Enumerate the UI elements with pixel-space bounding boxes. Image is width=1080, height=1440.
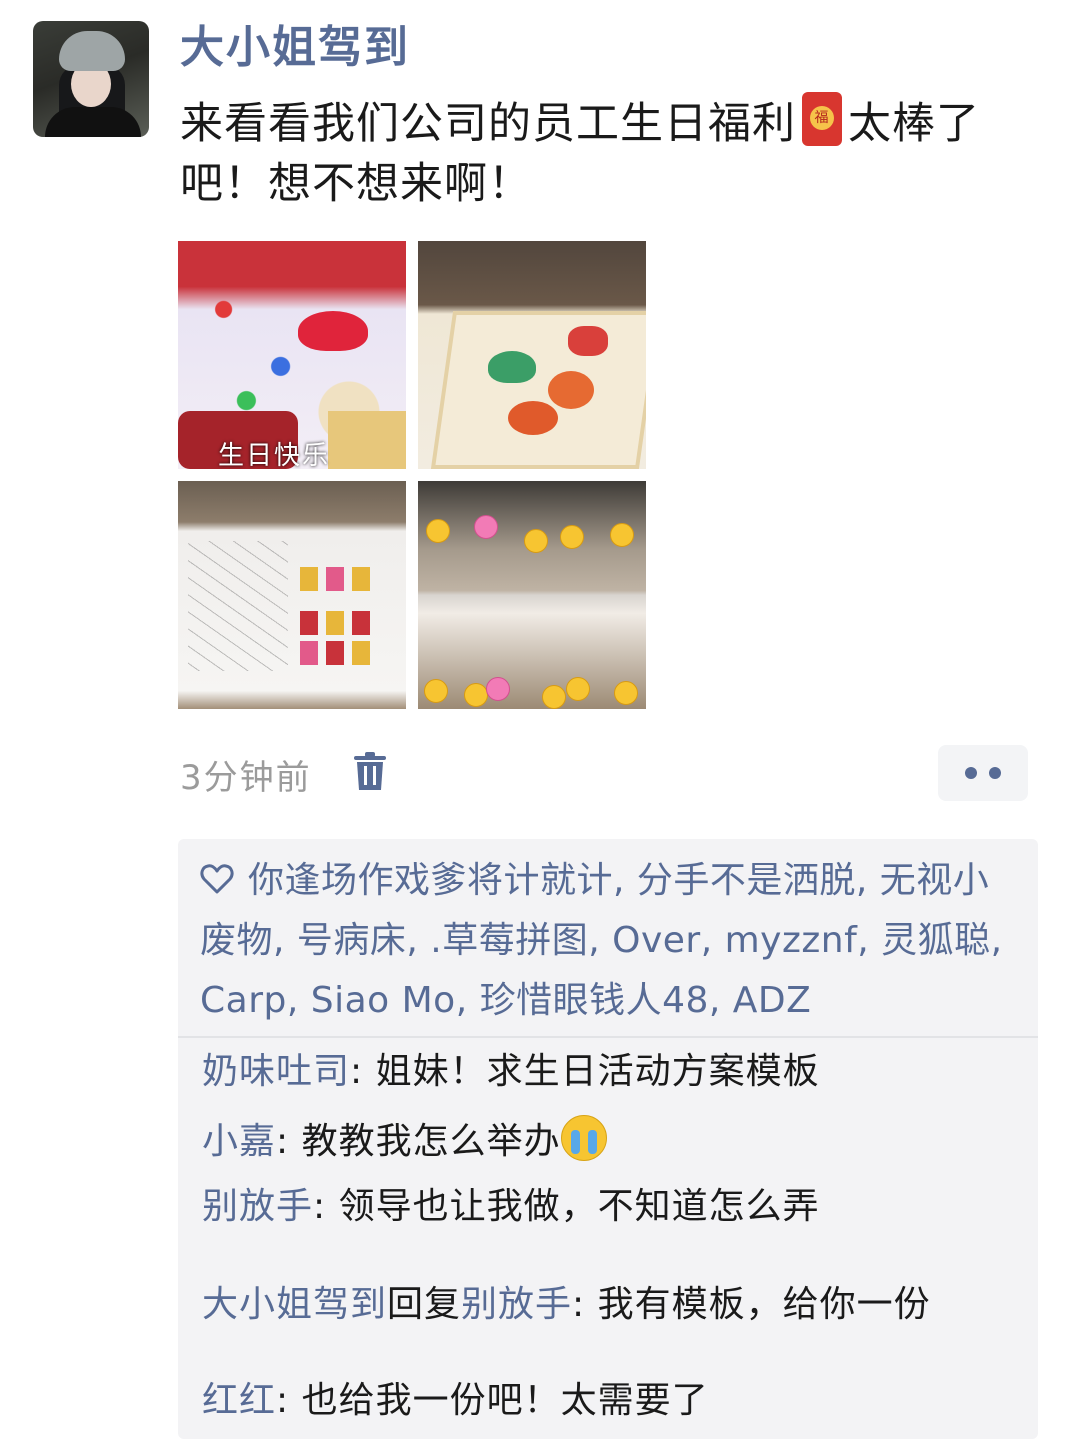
- cake-decoration: [508, 401, 558, 435]
- comment-separator: :: [276, 1380, 302, 1421]
- snack-tray: [328, 411, 406, 469]
- cake-decoration: [568, 326, 608, 356]
- comment-author[interactable]: 大小姐驾到: [202, 1284, 387, 1325]
- comment-item[interactable]: 小嘉: 教教我怎么举办: [202, 1115, 607, 1167]
- likes-divider: [178, 1036, 1038, 1038]
- photo-birthday-table[interactable]: 生日快乐: [178, 241, 406, 469]
- comment-text: 我有模板，给你一份: [597, 1284, 931, 1325]
- comment-author[interactable]: 红红: [202, 1380, 276, 1421]
- comment-text: 也给我一份吧！太需要了: [301, 1380, 709, 1421]
- avatar-coat: [45, 107, 141, 137]
- face-emoji-icon: [614, 681, 638, 705]
- post-text: 来看看我们公司的员工生日福利福太棒了吧！想不想来啊！: [180, 92, 1030, 214]
- heart-icon: [200, 864, 234, 894]
- comment-text: 教教我怎么举办: [301, 1121, 561, 1162]
- cake-decoration: [488, 351, 536, 383]
- face-emoji-icon: [610, 523, 634, 547]
- red-envelope-glyph: 福: [810, 106, 834, 130]
- comment-text: 领导也让我做，不知道怎么弄: [338, 1186, 820, 1227]
- face-emoji-icon: [486, 677, 510, 701]
- more-dot-icon: [989, 767, 1001, 779]
- likes-names[interactable]: 你逢场作戏爹将计就计, 分手不是洒脱, 无视小废物, 号病床, .草莓拼图, O…: [200, 860, 1003, 1021]
- reply-target[interactable]: 别放手: [461, 1284, 572, 1325]
- face-emoji-icon: [524, 529, 548, 553]
- red-bow-decoration: [298, 311, 368, 351]
- comment-item[interactable]: 红红: 也给我一份吧！太需要了: [202, 1376, 709, 1426]
- comment-item[interactable]: 别放手: 领导也让我做，不知道怎么弄: [202, 1182, 820, 1232]
- comment-item[interactable]: 奶味吐司: 姐妹！求生日活动方案模板: [202, 1047, 820, 1097]
- post-author-name[interactable]: 大小姐驾到: [180, 20, 410, 76]
- face-emoji-icon: [542, 685, 566, 709]
- board-cards-row: [300, 611, 380, 635]
- comment-text: 姐妹！求生日活动方案模板: [375, 1051, 820, 1092]
- face-emoji-icon: [426, 519, 450, 543]
- face-emoji-icon: [474, 515, 498, 539]
- user-avatar[interactable]: [33, 21, 149, 137]
- interaction-panel: 你逢场作戏爹将计就计, 分手不是洒脱, 无视小废物, 号病床, .草莓拼图, O…: [178, 839, 1038, 1439]
- photo-message-board[interactable]: [178, 481, 406, 709]
- comment-separator: :: [276, 1121, 302, 1162]
- face-emoji-icon: [566, 677, 590, 701]
- comment-author[interactable]: 别放手: [202, 1186, 313, 1227]
- face-emoji-icon: [560, 525, 584, 549]
- face-emoji-icon: [424, 679, 448, 703]
- post-timestamp: 3分钟前: [180, 758, 312, 798]
- comment-separator: :: [313, 1186, 339, 1227]
- photo-birthday-cake[interactable]: [418, 241, 646, 469]
- photo-caption: 生日快乐: [218, 441, 331, 469]
- comment-separator: :: [350, 1051, 376, 1092]
- comment-author[interactable]: 奶味吐司: [202, 1051, 350, 1092]
- trash-icon[interactable]: [353, 752, 387, 792]
- face-emoji-icon: [464, 683, 488, 707]
- more-actions-button[interactable]: [938, 745, 1028, 801]
- cake-shape: [430, 311, 646, 469]
- more-dot-icon: [965, 767, 977, 779]
- comment-separator: :: [572, 1284, 598, 1325]
- board-cards-row: [300, 567, 380, 591]
- photo-group-party[interactable]: [418, 481, 646, 709]
- red-envelope-icon: 福: [802, 92, 842, 146]
- comment-author[interactable]: 小嘉: [202, 1121, 276, 1162]
- likes-list: 你逢场作戏爹将计就计, 分手不是洒脱, 无视小废物, 号病床, .草莓拼图, O…: [200, 851, 1016, 1031]
- board-doodles: [188, 541, 288, 671]
- comment-item[interactable]: 大小姐驾到回复别放手: 我有模板，给你一份: [202, 1280, 931, 1330]
- crying-face-icon: [560, 1115, 607, 1161]
- avatar-hat: [59, 31, 125, 71]
- reply-word: 回复: [387, 1284, 462, 1325]
- cake-decoration: [548, 371, 594, 409]
- post-text-part1: 来看看我们公司的员工生日福利: [180, 99, 796, 149]
- photo-grid: 生日快乐: [178, 241, 646, 709]
- board-cards-row: [300, 641, 380, 665]
